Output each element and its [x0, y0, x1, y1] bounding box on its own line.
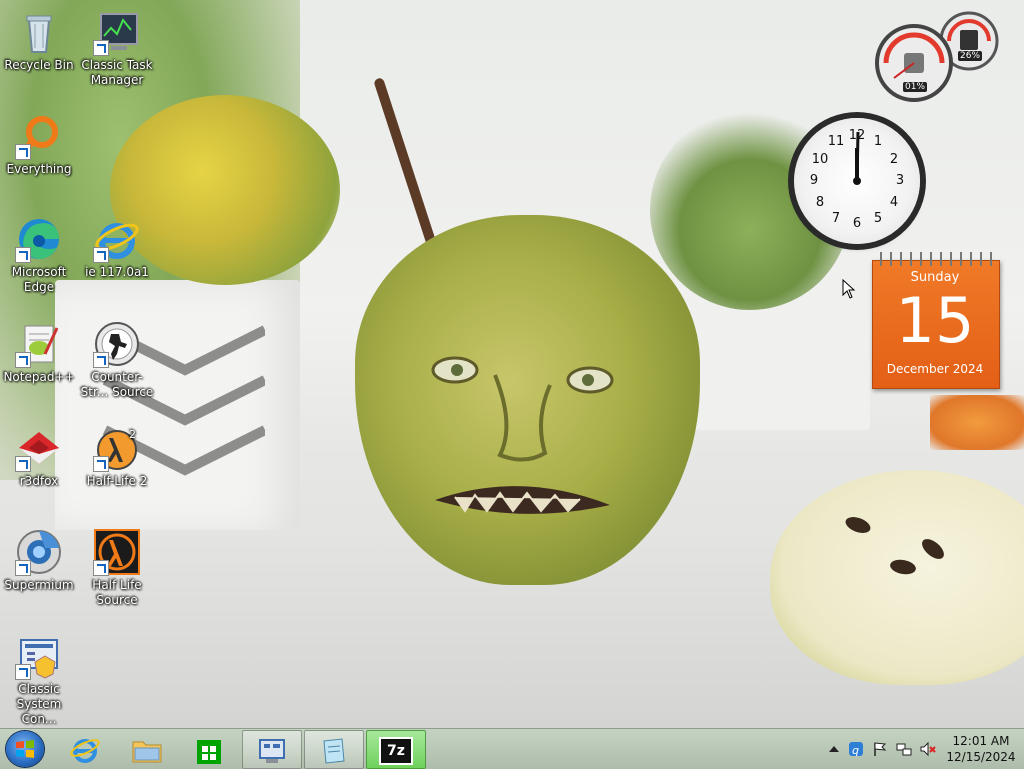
desktop-icon-label: ie 117.0a1 — [85, 265, 149, 279]
desktop-icon-label: Classic Task Manager — [81, 58, 153, 87]
desktop-icon-half-life-2[interactable]: 2 Half-Life 2 — [78, 424, 156, 489]
supermium-icon — [15, 528, 63, 576]
taskbar-7zip-button[interactable]: 7z — [366, 730, 426, 769]
calendar-gadget[interactable]: Sunday 15 December 2024 — [872, 252, 1000, 389]
show-hidden-icons-chevron-icon[interactable] — [826, 741, 842, 757]
half-life-2-icon: 2 — [93, 424, 141, 472]
action-center-flag-icon[interactable] — [872, 741, 888, 757]
control-panel-icon — [15, 632, 63, 680]
desktop-icon-everything[interactable]: Everything — [0, 112, 78, 177]
desktop-icon-label: r3dfox — [19, 474, 59, 488]
clock-minute-hand — [855, 131, 860, 182]
desktop-icon-label: Supermium — [4, 578, 74, 592]
desktop-icon-label: Half Life Source — [92, 578, 142, 607]
memory-usage-readout: 26% — [958, 51, 983, 61]
network-icon[interactable] — [896, 741, 912, 757]
desktop-icon-microsoft-edge[interactable]: Microsoft Edge — [0, 215, 78, 295]
notepad-icon — [323, 738, 345, 764]
taskbar-file-explorer-button[interactable] — [118, 730, 176, 767]
analog-clock-gadget[interactable]: 12 1 2 3 4 5 6 7 8 9 10 11 — [794, 118, 920, 244]
desktop-icon-label: Recycle Bin — [4, 58, 74, 72]
taskbar-clock[interactable]: 12:01 AM 12/15/2024 — [944, 733, 1018, 765]
everything-search-icon — [15, 112, 63, 160]
cpu-meter-gadget[interactable]: 26% 01% — [874, 8, 999, 103]
taskbar-system-settings-button[interactable] — [242, 730, 302, 769]
r3dfox-icon — [15, 424, 63, 472]
calendar-day-number: 15 — [895, 284, 975, 357]
task-manager-icon — [93, 8, 141, 56]
taskbar-internet-explorer-button[interactable] — [56, 730, 114, 767]
desktop-icon-recycle-bin[interactable]: Recycle Bin — [0, 8, 78, 73]
desktop-icon-classic-system-control[interactable]: Classic System Con... — [0, 632, 78, 727]
desktop-icon-ie[interactable]: ie 117.0a1 — [78, 215, 156, 280]
internet-explorer-icon — [93, 215, 141, 263]
notepadpp-icon — [15, 320, 63, 368]
7zip-icon: 7z — [379, 737, 413, 765]
taskbar: 7z q 12:01 AM 12/15/2024 — [0, 728, 1024, 769]
taskbar-store-button[interactable] — [180, 730, 238, 767]
7zip-label: 7z — [387, 743, 405, 759]
desktop-icon-label: Counter-Str... Source — [80, 370, 154, 399]
volume-muted-icon[interactable] — [920, 741, 936, 757]
qbittorrent-icon[interactable]: q — [848, 741, 864, 757]
desktop-icon-notepadpp[interactable]: Notepad++ — [0, 320, 78, 385]
start-button[interactable] — [6, 731, 44, 767]
edge-icon — [15, 215, 63, 263]
system-settings-icon — [259, 739, 285, 763]
desktop-icon-half-life-source[interactable]: Half Life Source — [78, 528, 156, 608]
cpu-usage-readout: 01% — [903, 82, 928, 92]
pear-creature-image — [355, 215, 700, 585]
calendar-month-year: December 2024 — [886, 362, 984, 376]
counter-strike-icon — [93, 320, 141, 368]
desktop-icon-label: Everything — [6, 162, 72, 176]
internet-explorer-icon — [70, 739, 100, 763]
taskbar-date: 12/15/2024 — [946, 750, 1016, 764]
desktop-icon-supermium[interactable]: Supermium — [0, 528, 78, 593]
mouse-cursor-icon — [842, 279, 856, 299]
half-life-source-icon — [93, 528, 141, 576]
svg-text:q: q — [852, 744, 859, 757]
svg-text:2: 2 — [129, 428, 136, 441]
calendar-weekday: Sunday — [910, 270, 960, 285]
windows-logo-icon — [16, 740, 34, 758]
store-icon — [197, 740, 221, 764]
desktop-icon-label: Notepad++ — [3, 370, 75, 384]
folder-icon — [132, 741, 162, 763]
taskbar-time: 12:01 AM — [952, 734, 1010, 748]
desktop-icon-label: Classic System Con... — [16, 682, 62, 726]
desktop-icon-label: Microsoft Edge — [11, 265, 67, 294]
desktop-icon-classic-task-manager[interactable]: Classic Task Manager — [78, 8, 156, 88]
desktop-icon-counter-strike[interactable]: Counter-Str... Source — [78, 320, 156, 400]
recycle-bin-icon — [15, 8, 63, 56]
desktop-icon-label: Half-Life 2 — [86, 474, 148, 488]
desktop-icon-r3dfox[interactable]: r3dfox — [0, 424, 78, 489]
taskbar-notepad-button[interactable] — [304, 730, 364, 769]
